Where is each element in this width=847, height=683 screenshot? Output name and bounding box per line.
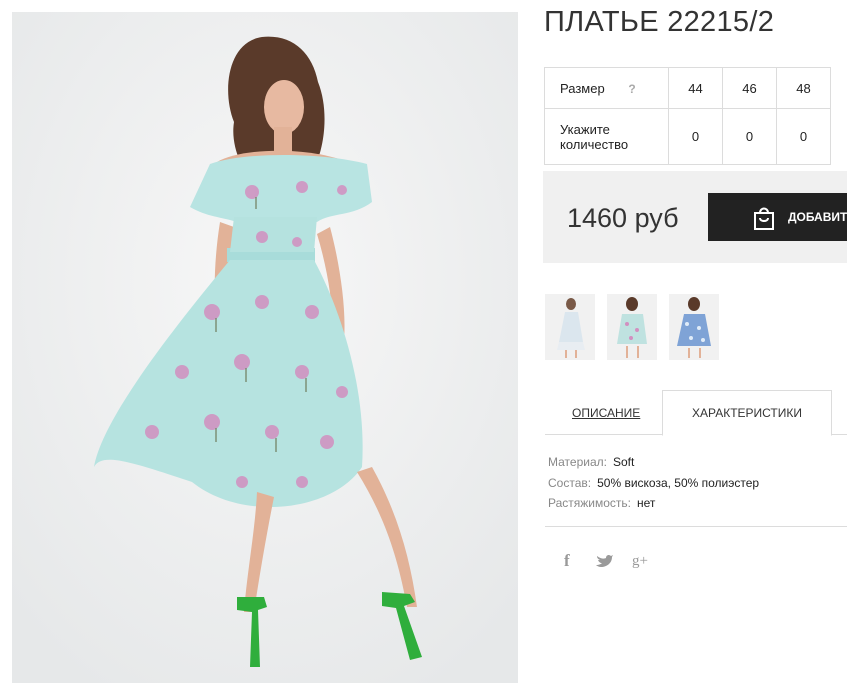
tab-characteristics[interactable]: ХАРАКТЕРИСТИКИ <box>662 390 832 436</box>
thumbnail-3[interactable] <box>669 294 719 360</box>
thumbnail-1[interactable] <box>545 294 595 360</box>
property-key: Материал: <box>548 455 607 469</box>
size-label-cell: Размер ? <box>544 67 669 109</box>
google-plus-glyph: g+ <box>632 553 648 569</box>
price: 1460 руб <box>567 203 679 233</box>
question-icon[interactable]: ? <box>628 82 635 96</box>
size-row: Размер ? 44 46 48 <box>544 67 831 109</box>
characteristics-list: Материал: Soft Состав: 50% вискоза, 50% по… <box>548 452 759 514</box>
quantity-row: Укажите количество 0 0 0 <box>544 108 831 165</box>
twitter-icon[interactable] <box>595 550 615 570</box>
size-46: 46 <box>722 67 777 109</box>
property-row: Материал: Soft <box>548 452 759 473</box>
size-label: Размер <box>560 80 605 96</box>
property-key: Растяжимость: <box>548 496 632 510</box>
quantity-input-48[interactable]: 0 <box>776 108 831 165</box>
quantity-input-44[interactable]: 0 <box>668 108 723 165</box>
facebook-icon[interactable]: f <box>558 550 578 570</box>
tab-description[interactable]: ОПИСАНИЕ <box>572 406 640 420</box>
thumbnail-2[interactable] <box>607 294 657 360</box>
price-box: 1460 руб ДОБАВИТ <box>543 171 847 263</box>
size-44: 44 <box>668 67 723 109</box>
facebook-glyph: f <box>564 551 570 570</box>
shopping-bag-icon <box>754 207 774 230</box>
tabs: ОПИСАНИЕ ХАРАКТЕРИСТИКИ <box>545 390 847 436</box>
property-value: 50% вискоза, 50% полиэстер <box>597 475 760 490</box>
product-title: ПЛАТЬЕ 22215/2 <box>544 6 775 38</box>
property-value: нет <box>637 496 656 510</box>
size-48: 48 <box>776 67 831 109</box>
property-row: Растяжимость: нет <box>548 493 759 514</box>
quantity-input-46[interactable]: 0 <box>722 108 777 165</box>
main-product-photo[interactable] <box>12 12 518 683</box>
add-to-cart-label: ДОБАВИТ <box>788 210 847 224</box>
size-quantity-table: Размер ? 44 46 48 Укажите количество 0 0… <box>544 67 831 165</box>
property-key: Состав: <box>548 475 592 490</box>
divider <box>545 526 847 527</box>
property-value: Soft <box>612 455 635 469</box>
property-row: Состав: 50% вискоза, 50% полиэстер <box>548 473 759 494</box>
quantity-label: Укажите количество <box>544 108 669 165</box>
add-to-cart-button[interactable]: ДОБАВИТ <box>708 193 847 241</box>
google-plus-icon[interactable]: g+ <box>631 550 651 570</box>
